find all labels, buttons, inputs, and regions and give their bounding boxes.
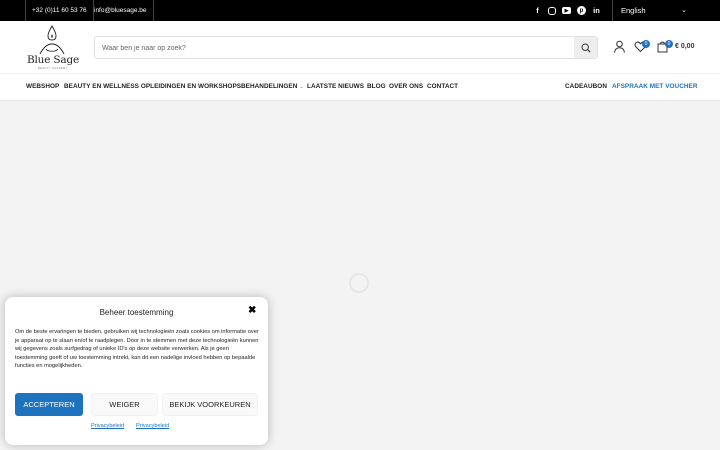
cookie-consent-dialog: Beheer toestemming ✖ Om de beste ervarin… [5,297,268,445]
nav-item-laatste-nieuws[interactable]: LAATSTE NIEUWS [307,83,364,90]
close-icon[interactable]: ✖ [248,306,256,316]
logo-text[interactable]: Blue Sage [25,54,81,66]
nav-item-contact[interactable]: CONTACT [427,83,458,90]
loading-spinner [349,273,369,293]
nav-item-blog[interactable]: BLOG [367,83,386,90]
instagram-icon[interactable] [548,6,556,15]
logo-subtext: BEAUTY ACADEMY [38,67,68,70]
wishlist-count-badge: 0 [642,40,650,48]
main-nav: WEBSHOP BEAUTY EN WELLNESS OPLEIDINGEN E… [0,74,720,101]
nav-item-cadeaubon[interactable]: CADEAUBON [565,83,607,90]
nav-item-webshop[interactable]: WEBSHOP [26,83,59,90]
email-link[interactable]: info@bluesage.be [88,0,154,21]
privacy-policy-link[interactable]: Privacybeleid [91,423,124,429]
pinterest-icon[interactable]: p [577,6,586,15]
site-header: Blue Sage BEAUTY ACADEMY 0 0 € 0,00 [0,21,720,74]
youtube-icon[interactable]: ▶ [562,7,571,14]
search-icon [580,42,591,53]
phone-link[interactable]: +32 (0)11 60 53 76 [25,0,94,21]
deny-button[interactable]: WEIGER [91,393,158,416]
language-selector[interactable]: English ⌄ [612,0,694,21]
facebook-icon[interactable]: f [533,6,542,15]
consent-message: Om de beste ervaringen te bieden, gebrui… [15,329,259,370]
top-bar: +32 (0)11 60 53 76 info@bluesage.be f ▶ … [0,0,720,21]
nav-item-opleidingen[interactable]: BEAUTY EN WELLNESS OPLEIDINGEN EN WORKSH… [64,83,241,90]
view-preferences-button[interactable]: BEKIJK VOORKEUREN [162,393,258,416]
nav-item-behandelingen[interactable]: BEHANDELINGEN ⌄ [241,83,304,90]
chevron-down-icon: ⌄ [681,7,687,14]
accept-button[interactable]: ACCEPTEREN [15,393,83,416]
search-input[interactable] [102,40,562,56]
search-box [94,36,598,59]
account-icon[interactable] [613,40,626,53]
cart-count-badge: 0 [665,40,673,48]
consent-title: Beheer toestemming [99,308,174,317]
privacy-policy-link-2[interactable]: Privacybeleid [136,423,169,429]
linkedin-icon[interactable]: in [592,6,601,15]
language-label: English [621,6,646,15]
chevron-down-icon: ⌄ [299,84,304,90]
nav-item-afspraak-met-voucher[interactable]: AFSPRAAK MET VOUCHER [612,83,698,90]
nav-item-label: BEHANDELINGEN [241,83,298,90]
search-button[interactable] [574,37,597,58]
nav-item-over-ons[interactable]: OVER ONS [389,83,423,90]
social-links: f ▶ p in [533,0,601,21]
cart-total[interactable]: € 0,00 [675,43,694,50]
